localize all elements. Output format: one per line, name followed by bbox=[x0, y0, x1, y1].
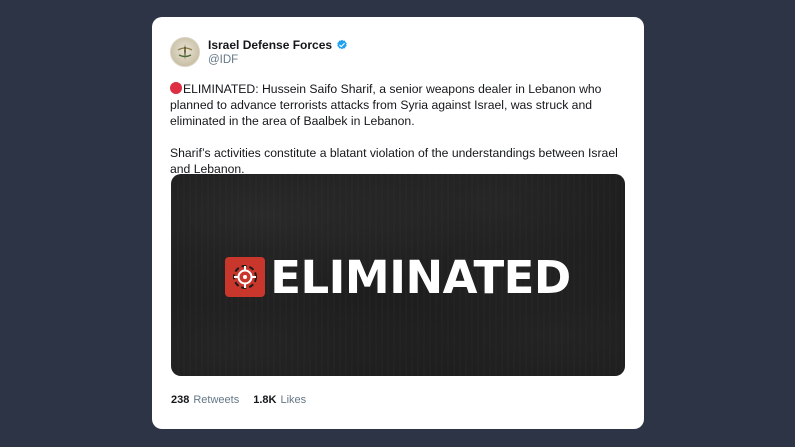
author-block: Israel Defense Forces @IDF bbox=[208, 38, 348, 66]
avatar[interactable] bbox=[170, 37, 200, 67]
retweets-stat[interactable]: 238 Retweets bbox=[171, 394, 239, 406]
media-banner-text: ELIMINATED bbox=[270, 250, 571, 304]
retweets-count: 238 bbox=[171, 394, 190, 406]
author-name-row: Israel Defense Forces bbox=[208, 38, 348, 52]
tweet-paragraph-1: ELIMINATED: Hussein Saifo Sharif, a seni… bbox=[170, 81, 630, 129]
tweet-header: Israel Defense Forces @IDF bbox=[170, 35, 626, 69]
tweet-text: ELIMINATED: Hussein Saifo Sharif, a seni… bbox=[170, 81, 630, 177]
author-name[interactable]: Israel Defense Forces bbox=[208, 38, 332, 52]
eliminated-banner: ELIMINATED bbox=[225, 250, 571, 304]
tweet-media-image[interactable]: ELIMINATED bbox=[171, 174, 625, 376]
retweets-label: Retweets bbox=[193, 394, 240, 406]
likes-count: 1.8K bbox=[253, 394, 277, 406]
red-circle-icon bbox=[170, 82, 182, 94]
crosshair-target-icon bbox=[225, 257, 266, 297]
tweet-paragraph-1-text: ELIMINATED: Hussein Saifo Sharif, a seni… bbox=[170, 82, 602, 128]
tweet-card: Israel Defense Forces @IDF ELIMINATED: H… bbox=[152, 17, 644, 429]
likes-label: Likes bbox=[280, 394, 307, 406]
idf-emblem-icon bbox=[177, 44, 193, 60]
verified-badge-icon bbox=[337, 39, 347, 50]
tweet-paragraph-2: Sharif’s activities constitute a blatant… bbox=[170, 146, 618, 176]
author-handle[interactable]: @IDF bbox=[208, 54, 348, 66]
tweet-stats: 238 Retweets 1.8K Likes bbox=[171, 394, 320, 406]
likes-stat[interactable]: 1.8K Likes bbox=[253, 394, 306, 406]
